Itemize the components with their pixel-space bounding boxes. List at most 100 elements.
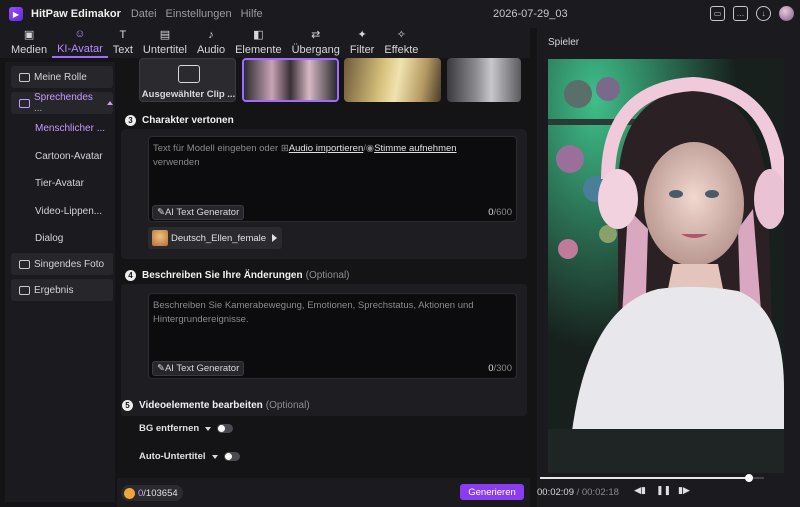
step-number-4: 4: [125, 270, 136, 281]
auto-subtitle-row: Auto-Untertitel: [139, 451, 240, 462]
center-panel: Ausgewählter Clip ... 3 Charakter verton…: [117, 58, 530, 507]
sidebar-item-ergebnis[interactable]: Ergebnis: [11, 279, 113, 301]
tab-elemente[interactable]: ◧ Elemente: [230, 28, 286, 58]
singing-photo-icon: [19, 259, 30, 269]
clip-thumbnail-1[interactable]: [242, 58, 339, 102]
voice-text-input[interactable]: Text für Modell eingeben oder ⊞Audio imp…: [148, 136, 517, 222]
tab-ki-avatar[interactable]: ☺ KI-Avatar: [52, 28, 108, 58]
menu-hilfe[interactable]: Hilfe: [241, 8, 263, 20]
download-icon[interactable]: ↓: [756, 6, 771, 21]
tab-filter[interactable]: ✦ Filter: [345, 28, 379, 58]
sidebar-sub-video-lippen[interactable]: Video-Lippen...: [35, 206, 102, 217]
previous-frame-icon[interactable]: ◀▮: [634, 485, 646, 496]
talking-photo-icon: [19, 98, 30, 108]
folder-icon: [19, 285, 30, 295]
changes-counter: 0/300: [488, 363, 512, 374]
sidebar-item-meine-rolle[interactable]: Meine Rolle: [11, 66, 113, 88]
video-frame-image: [548, 59, 784, 473]
tab-medien[interactable]: ▣ Medien: [6, 28, 52, 58]
project-name: 2026-07-29_03: [493, 8, 568, 20]
section-voice: 3 Charakter vertonen Text für Modell ein…: [121, 115, 527, 259]
coin-icon: [124, 487, 135, 499]
section-video-elements-title: 5 Videoelemente bearbeiten (Optional): [122, 400, 310, 411]
elements-icon: ◧: [253, 29, 264, 41]
record-icon: ◉: [365, 143, 375, 154]
step-number-5: 5: [122, 400, 133, 411]
sidebar-item-singendes-foto[interactable]: Singendes Foto: [11, 253, 113, 275]
playback-time: 00:02:09 / 00:02:18: [537, 487, 619, 498]
layout-icon[interactable]: ▭: [710, 6, 725, 21]
import-audio-link[interactable]: Audio importieren: [289, 143, 363, 154]
ai-avatar-icon: ☺: [74, 28, 86, 40]
tab-effekte[interactable]: ✧ Effekte: [379, 28, 423, 58]
voice-text-placeholder: Text für Modell eingeben oder ⊞Audio imp…: [153, 143, 457, 168]
generate-button[interactable]: Generieren: [460, 484, 524, 500]
sidebar-sub-dialog[interactable]: Dialog: [35, 233, 63, 244]
progress-fill: [540, 477, 750, 479]
ai-text-generator-button[interactable]: ✎ AI Text Generator: [152, 205, 245, 220]
selected-clip-button[interactable]: Ausgewählter Clip ...: [139, 58, 236, 102]
record-voice-link[interactable]: Stimme aufnehmen: [374, 143, 456, 154]
ai-text-generator-button-2[interactable]: ✎ AI Text Generator: [152, 361, 245, 376]
app-window: ▶ HitPaw Edimakor Datei Einstellungen Hi…: [0, 0, 800, 507]
bg-remove-toggle[interactable]: [217, 424, 234, 433]
changes-text-input[interactable]: Beschreiben Sie Kamerabewegung, Emotione…: [148, 293, 517, 379]
audio-icon: ♪: [208, 29, 214, 41]
next-frame-icon[interactable]: ▮▶: [678, 485, 690, 496]
clip-strip: Ausgewählter Clip ...: [139, 58, 529, 104]
clip-thumbnail-2[interactable]: [344, 58, 441, 102]
title-bar: ▶ HitPaw Edimakor Datei Einstellungen Hi…: [0, 0, 800, 28]
clip-icon: [178, 65, 200, 83]
feedback-icon[interactable]: …: [733, 6, 748, 21]
effects-icon: ✧: [396, 29, 406, 41]
transition-icon: ⇄: [311, 29, 321, 41]
changes-placeholder: Beschreiben Sie Kamerabewegung, Emotione…: [153, 300, 474, 325]
menu-bar: Datei Einstellungen Hilfe: [131, 8, 272, 20]
bg-remove-row: BG entfernen: [139, 423, 234, 434]
menu-einstellungen[interactable]: Einstellungen: [166, 8, 232, 20]
player-panel: Spieler 00:02:09 / 00:02:18 ◀▮ ❚❚ ▮▶: [537, 28, 800, 507]
user-avatar[interactable]: [779, 6, 794, 21]
text-icon: T: [119, 29, 127, 41]
subtitle-icon: ▤: [159, 29, 171, 41]
progress-handle[interactable]: [745, 474, 754, 482]
sidebar-item-sprechendes[interactable]: Sprechendes ...: [11, 92, 113, 114]
chevron-up-icon: [107, 101, 113, 105]
section-changes: 4 Beschreiben Sie Ihre Änderungen (Option…: [121, 270, 527, 416]
magic-wand-icon: ✎: [157, 207, 165, 218]
playback-controls: ◀▮ ❚❚ ▮▶: [634, 485, 690, 496]
clip-thumbnail-3[interactable]: [447, 58, 521, 102]
auto-subtitle-toggle[interactable]: [223, 452, 240, 461]
sidebar-sub-cartoon[interactable]: Cartoon-Avatar: [35, 151, 103, 162]
menu-datei[interactable]: Datei: [131, 8, 157, 20]
tab-untertitel[interactable]: ▤ Untertitel: [138, 28, 192, 58]
video-preview[interactable]: [548, 59, 784, 473]
sidebar-sub-tier[interactable]: Tier-Avatar: [35, 178, 84, 189]
tab-uebergang[interactable]: ⇄ Übergang: [287, 28, 345, 58]
voice-selector[interactable]: Deutsch_Ellen_female: [148, 227, 282, 249]
duration: / 00:02:18: [576, 487, 619, 498]
step-number-3: 3: [125, 115, 136, 126]
sidebar: Meine Rolle Sprechendes ... Menschlicher…: [5, 62, 115, 502]
tab-audio[interactable]: ♪ Audio: [192, 28, 230, 58]
chevron-right-icon: [272, 234, 278, 242]
character-counter: 0/600: [488, 207, 512, 218]
app-logo-icon: ▶: [9, 7, 23, 21]
playback-progress-bar[interactable]: [540, 474, 764, 482]
voice-avatar: [152, 230, 168, 246]
tab-text[interactable]: T Text: [108, 28, 138, 58]
pause-icon[interactable]: ❚❚: [656, 485, 671, 496]
section-changes-title: 4 Beschreiben Sie Ihre Änderungen (Option…: [125, 270, 350, 281]
main-toolbar: ▣ Medien ☺ KI-Avatar T Text ▤ Untertitel ♪ Au…: [0, 28, 530, 58]
bottom-bar: 0/103654 Generieren: [117, 478, 530, 507]
app-name: HitPaw Edimakor: [31, 8, 121, 20]
credits-badge: 0/103654: [121, 485, 183, 501]
chevron-down-icon[interactable]: [205, 426, 212, 431]
sidebar-sub-menschlicher[interactable]: Menschlicher ...: [35, 123, 105, 134]
current-time: 00:02:09: [537, 487, 574, 498]
filter-icon: ✦: [357, 29, 367, 41]
role-icon: [19, 72, 30, 82]
chevron-down-icon[interactable]: [211, 454, 218, 459]
section-voice-title: 3 Charakter vertonen: [125, 115, 234, 126]
titlebar-actions: ▭ … ↓: [710, 6, 794, 21]
